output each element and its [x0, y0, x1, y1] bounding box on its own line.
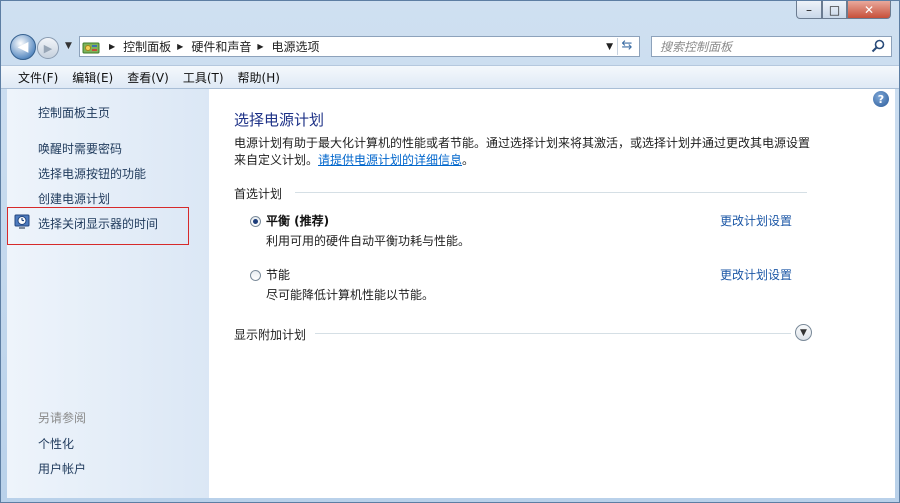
navigation-bar: ◀ ▶ ▼ ▶ 控制面板 ▶ 硬件和声音 ▶ 电源选项 ▼ ⇆	[1, 32, 899, 62]
additional-plans-divider	[315, 333, 791, 334]
create-plan-link[interactable]: 创建电源计划	[38, 190, 110, 207]
chevron-right-icon: ▶	[257, 42, 264, 51]
recent-pages-dropdown[interactable]: ▼	[65, 41, 72, 51]
address-dropdown-icon[interactable]: ▼	[606, 42, 613, 52]
chevron-right-icon: ▶	[109, 42, 116, 51]
breadcrumb-hardware-sound[interactable]: 硬件和声音 ▶	[191, 38, 271, 55]
maximize-button[interactable]: □	[822, 1, 847, 19]
help-icon[interactable]: ?	[873, 91, 889, 107]
expand-button[interactable]: ▼	[795, 324, 812, 341]
title-bar: – □ ✕	[1, 1, 899, 31]
breadcrumb-power-options[interactable]: 电源选项	[272, 38, 320, 55]
plan-balanced-name[interactable]: 平衡 (推荐)	[266, 212, 329, 229]
close-icon: ✕	[863, 2, 875, 17]
intro-line-2: 来自定义计划。	[234, 153, 319, 167]
preferred-plans-label: 首选计划	[234, 187, 283, 201]
menu-edit[interactable]: 编辑(E)	[65, 69, 120, 86]
menu-help[interactable]: 帮助(H)	[231, 69, 287, 86]
forward-button[interactable]: ▶	[37, 37, 59, 59]
search-icon[interactable]	[871, 39, 885, 53]
arrow-left-icon: ◀	[17, 39, 29, 55]
control-panel-window: – □ ✕ ◀ ▶ ▼ ▶ 控制面板 ▶ 硬件和声音 ▶ 电源选项 ▼ ⇆ 搜索…	[0, 0, 900, 503]
search-box	[651, 36, 892, 57]
refresh-icon: ⇆	[621, 38, 633, 53]
display-off-time-link[interactable]: 选择关闭显示器的时间	[38, 215, 158, 232]
group-divider	[295, 192, 807, 193]
menu-file[interactable]: 文件(F)	[11, 69, 65, 86]
plan-saver-desc: 尽可能降低计算机性能以节能。	[266, 288, 435, 302]
plan-saver-name[interactable]: 节能	[266, 266, 290, 283]
plan-balanced-settings-link[interactable]: 更改计划设置	[720, 212, 792, 229]
user-accounts-link[interactable]: 用户帐户	[38, 460, 86, 477]
menu-tools[interactable]: 工具(T)	[176, 69, 231, 86]
main-pane: ? 选择电源计划 电源计划有助于最大化计算机的性能或者节能。通过选择计划来将其激…	[209, 89, 895, 498]
chevron-down-icon: ▼	[65, 41, 72, 51]
menu-bar: 文件(F) 编辑(E) 查看(V) 工具(T) 帮助(H)	[1, 65, 899, 89]
display-timer-icon	[14, 214, 30, 229]
breadcrumb-separator[interactable]: ▶	[103, 42, 123, 51]
minimize-button[interactable]: –	[796, 1, 822, 19]
breadcrumb-control-panel[interactable]: 控制面板 ▶	[123, 38, 191, 55]
task-pane: 控制面板主页 唤醒时需要密码 选择电源按钮的功能 创建电源计划 选择关闭显示器的…	[7, 89, 209, 498]
address-bar[interactable]: ▶ 控制面板 ▶ 硬件和声音 ▶ 电源选项 ▼ ⇆	[79, 36, 640, 57]
power-buttons-link[interactable]: 选择电源按钮的功能	[38, 165, 146, 182]
see-also-heading: 另请参阅	[38, 411, 87, 425]
plan-balanced-radio[interactable]	[250, 216, 261, 227]
content-area: 控制面板主页 唤醒时需要密码 选择电源按钮的功能 创建电源计划 选择关闭显示器的…	[7, 89, 895, 498]
chevron-right-icon: ▶	[177, 42, 184, 51]
maximize-icon: □	[828, 2, 841, 17]
search-input[interactable]	[658, 39, 862, 55]
close-button[interactable]: ✕	[847, 1, 891, 19]
menu-view[interactable]: 查看(V)	[120, 69, 176, 86]
plan-balanced-desc: 利用可用的硬件自动平衡功耗与性能。	[266, 234, 471, 248]
back-button[interactable]: ◀	[10, 34, 36, 60]
intro-line-1: 电源计划有助于最大化计算机的性能或者节能。通过选择计划来将其激活，或选择计划并通…	[234, 136, 811, 150]
caption-buttons: – □ ✕	[796, 1, 891, 19]
additional-plans-label[interactable]: 显示附加计划	[234, 326, 306, 343]
arrow-right-icon: ▶	[43, 41, 53, 55]
plan-details-link[interactable]: 请提供电源计划的详细信息	[318, 153, 462, 167]
chevron-down-icon: ▼	[800, 327, 807, 338]
page-title: 选择电源计划	[234, 111, 325, 129]
refresh-button[interactable]: ⇆	[617, 38, 636, 55]
control-panel-icon	[82, 42, 100, 53]
intro-suffix: 。	[462, 153, 475, 167]
personalization-link[interactable]: 个性化	[38, 435, 74, 452]
intro-text: 电源计划有助于最大化计算机的性能或者节能。通过选择计划来将其激活，或选择计划并通…	[234, 135, 814, 169]
control-panel-home-link[interactable]: 控制面板主页	[38, 104, 110, 121]
plan-saver-radio[interactable]	[250, 270, 261, 281]
minimize-icon: –	[806, 2, 812, 17]
wake-password-link[interactable]: 唤醒时需要密码	[38, 140, 122, 157]
plan-saver-settings-link[interactable]: 更改计划设置	[720, 266, 792, 283]
